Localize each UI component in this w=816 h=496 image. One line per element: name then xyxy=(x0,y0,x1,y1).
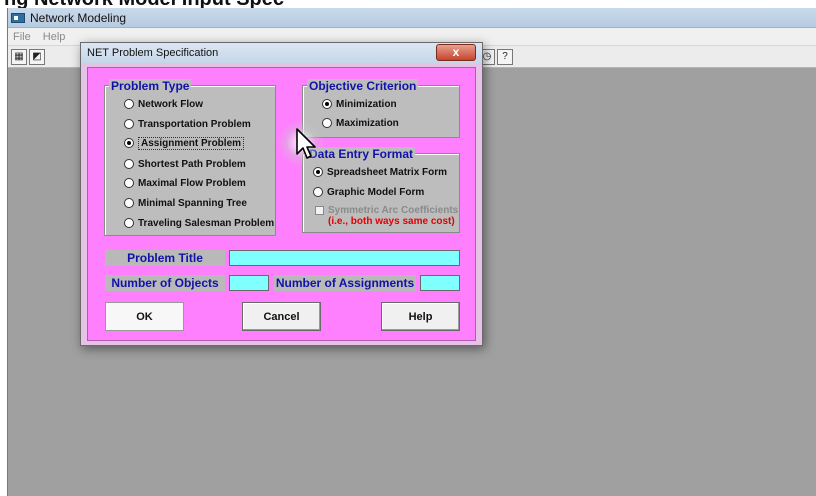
radio-minimal-spanning-tree[interactable]: Minimal Spanning Tree xyxy=(124,196,247,210)
radio-selected-icon xyxy=(313,167,323,177)
radio-icon xyxy=(124,99,134,109)
radio-maximal-flow[interactable]: Maximal Flow Problem xyxy=(124,176,246,190)
number-of-assignments-label: Number of Assignments xyxy=(274,275,416,291)
mouse-pointer-icon xyxy=(296,128,316,159)
number-of-assignments-input[interactable] xyxy=(420,275,460,291)
checkbox-icon xyxy=(315,206,324,215)
ok-button[interactable]: OK xyxy=(105,302,184,331)
problem-title-input[interactable] xyxy=(229,250,460,266)
top-banner: ng Network Model Input Spec xyxy=(0,0,816,8)
radio-minimization[interactable]: Minimization xyxy=(322,97,397,111)
objective-group: Objective Criterion Minimization Maximiz… xyxy=(302,79,460,138)
app-titlebar: Network Modeling xyxy=(8,8,816,28)
data-entry-title: Data Entry Format xyxy=(307,147,416,161)
number-of-objects-label: Number of Objects xyxy=(105,275,225,291)
close-button[interactable]: x xyxy=(436,44,476,61)
radio-shortest-path[interactable]: Shortest Path Problem xyxy=(124,157,246,171)
app-title: Network Modeling xyxy=(30,11,127,25)
radio-icon xyxy=(124,198,134,208)
menu-file[interactable]: File xyxy=(8,28,35,43)
cancel-button[interactable]: Cancel xyxy=(242,302,321,331)
radio-icon xyxy=(124,119,134,129)
symmetric-label: Symmetric Arc Coefficients xyxy=(328,205,459,216)
dialog-body: Problem Type Network Flow Transportation… xyxy=(87,67,476,341)
radio-traveling-salesman[interactable]: Traveling Salesman Problem xyxy=(124,216,274,230)
help-icon[interactable]: ? xyxy=(497,49,513,65)
radio-icon xyxy=(313,187,323,197)
help-button[interactable]: Help xyxy=(381,302,460,331)
open-folder-icon[interactable]: ◩ xyxy=(29,49,45,65)
data-entry-group: Data Entry Format Spreadsheet Matrix For… xyxy=(302,147,460,233)
problem-type-title: Problem Type xyxy=(109,79,192,93)
menu-help[interactable]: Help xyxy=(38,28,70,43)
radio-graphic-model[interactable]: Graphic Model Form xyxy=(313,185,424,199)
problem-title-label: Problem Title xyxy=(105,250,225,266)
radio-selected-icon xyxy=(322,99,332,109)
radio-transportation[interactable]: Transportation Problem xyxy=(124,117,251,131)
radio-spreadsheet-matrix[interactable]: Spreadsheet Matrix Form xyxy=(313,165,447,179)
dialog-titlebar: NET Problem Specification x xyxy=(81,43,482,63)
radio-network-flow[interactable]: Network Flow xyxy=(124,97,203,111)
radio-selected-icon xyxy=(124,138,134,148)
app-window: Network Modeling File Help ▦ ◩ ◷ ? NET P… xyxy=(7,8,816,496)
banner-text: ng Network Model Input Spec xyxy=(4,0,284,8)
radio-icon xyxy=(124,159,134,169)
radio-icon xyxy=(124,218,134,228)
objective-title: Objective Criterion xyxy=(307,79,419,93)
radio-assignment[interactable]: Assignment Problem xyxy=(124,136,245,150)
radio-maximization[interactable]: Maximization xyxy=(322,116,399,130)
dialog-title: NET Problem Specification xyxy=(87,47,219,59)
symmetric-arc-checkbox[interactable]: Symmetric Arc Coefficients (i.e., both w… xyxy=(315,205,458,227)
problem-type-group: Problem Type Network Flow Transportation… xyxy=(104,79,276,236)
radio-icon xyxy=(124,178,134,188)
app-icon xyxy=(11,13,25,23)
problem-spec-dialog: NET Problem Specification x Problem Type… xyxy=(80,42,483,346)
close-icon: x xyxy=(452,45,460,59)
number-of-objects-input[interactable] xyxy=(229,275,269,291)
table-icon[interactable]: ▦ xyxy=(11,49,27,65)
symmetric-note: (i.e., both ways same cost) xyxy=(328,216,455,227)
radio-icon xyxy=(322,118,332,128)
